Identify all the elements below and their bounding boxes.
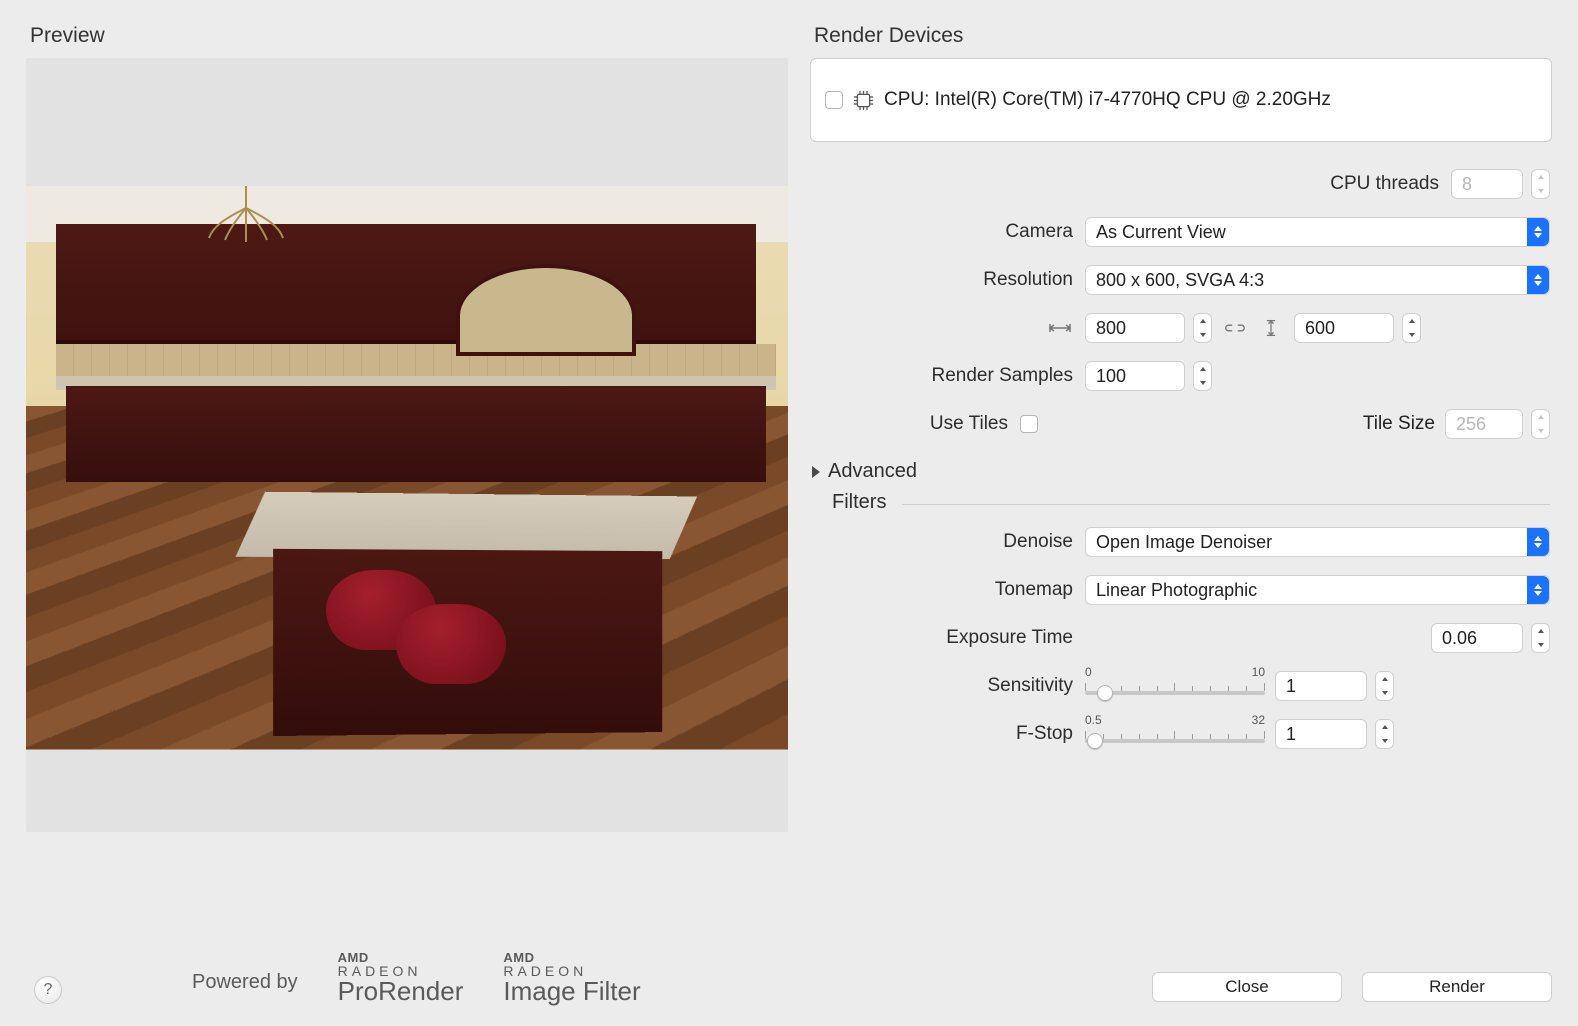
brand-prorender: AMD RADEON ProRender xyxy=(338,951,464,1004)
width-input[interactable]: 800 xyxy=(1085,313,1185,343)
render-devices-list: CPU: Intel(R) Core(TM) i7-4770HQ CPU @ 2… xyxy=(810,58,1552,142)
tile-size-stepper[interactable] xyxy=(1531,409,1550,439)
tile-size-input[interactable]: 256 xyxy=(1445,409,1523,439)
sensitivity-label: Sensitivity xyxy=(810,675,1085,697)
chevron-right-icon xyxy=(812,466,820,478)
denoise-label: Denoise xyxy=(810,531,1085,553)
resolution-label: Resolution xyxy=(810,269,1085,291)
device-cpu-label: CPU: Intel(R) Core(TM) i7-4770HQ CPU @ 2… xyxy=(884,89,1331,111)
sensitivity-input[interactable]: 1 xyxy=(1275,671,1367,701)
sensitivity-slider[interactable]: 010 xyxy=(1085,669,1265,703)
brand-imagefilter: AMD RADEON Image Filter xyxy=(503,951,640,1004)
fstop-slider[interactable]: 0.532 xyxy=(1085,717,1265,751)
powered-by-label: Powered by xyxy=(192,971,298,994)
fstop-label: F-Stop xyxy=(810,723,1085,745)
advanced-section-toggle[interactable]: Advanced xyxy=(812,460,1550,483)
height-icon xyxy=(1258,319,1284,337)
use-tiles-checkbox[interactable] xyxy=(1020,415,1038,433)
height-stepper[interactable] xyxy=(1402,313,1421,343)
help-button[interactable]: ? xyxy=(34,976,62,1004)
link-icon[interactable] xyxy=(1222,319,1248,337)
fstop-input[interactable]: 1 xyxy=(1275,719,1367,749)
render-samples-label: Render Samples xyxy=(810,365,1085,387)
height-input[interactable]: 600 xyxy=(1294,313,1394,343)
cpu-chip-icon xyxy=(853,90,874,111)
tonemap-label: Tonemap xyxy=(810,579,1085,601)
resolution-select[interactable]: 800 x 600, SVGA 4:3 xyxy=(1085,265,1550,295)
denoise-select[interactable]: Open Image Denoiser xyxy=(1085,527,1550,557)
tile-size-label: Tile Size xyxy=(1363,413,1435,435)
close-button[interactable]: Close xyxy=(1152,972,1342,1002)
render-samples-stepper[interactable] xyxy=(1193,361,1212,391)
sensitivity-stepper[interactable] xyxy=(1375,671,1394,701)
fstop-stepper[interactable] xyxy=(1375,719,1394,749)
cpu-threads-label: CPU threads xyxy=(810,173,1451,195)
render-button[interactable]: Render xyxy=(1362,972,1552,1002)
cpu-threads-input[interactable]: 8 xyxy=(1451,169,1523,199)
device-cpu-checkbox[interactable] xyxy=(825,91,843,109)
camera-select[interactable]: As Current View xyxy=(1085,217,1550,247)
cpu-threads-stepper[interactable] xyxy=(1531,169,1550,199)
tonemap-select[interactable]: Linear Photographic xyxy=(1085,575,1550,605)
camera-label: Camera xyxy=(810,221,1085,243)
filters-heading: Filters xyxy=(832,491,1550,514)
preview-viewport xyxy=(26,58,788,832)
exposure-stepper[interactable] xyxy=(1531,623,1550,653)
preview-title: Preview xyxy=(30,24,786,48)
width-stepper[interactable] xyxy=(1193,313,1212,343)
width-icon xyxy=(1047,319,1073,337)
use-tiles-label: Use Tiles xyxy=(810,413,1020,435)
exposure-label: Exposure Time xyxy=(810,627,1085,649)
render-devices-title: Render Devices xyxy=(814,24,1552,48)
exposure-input[interactable]: 0.06 xyxy=(1431,623,1523,653)
render-samples-input[interactable]: 100 xyxy=(1085,361,1185,391)
